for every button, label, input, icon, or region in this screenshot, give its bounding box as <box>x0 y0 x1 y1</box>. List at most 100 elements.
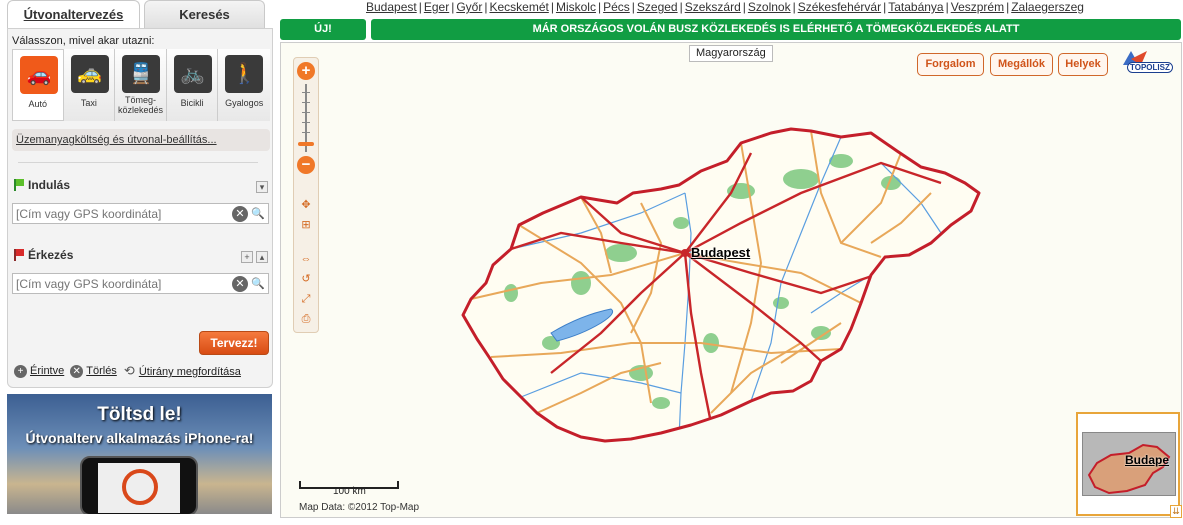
link-separator: | <box>550 0 554 14</box>
bicycle-icon: 🚲 <box>173 55 212 93</box>
car-icon: 🚗 <box>20 56 58 94</box>
red-flag-icon <box>14 249 24 261</box>
pan-icon[interactable]: ✥ <box>299 198 313 212</box>
link-separator: | <box>742 0 746 14</box>
tab-route-planning[interactable]: Útvonaltervezés <box>7 0 140 28</box>
search-icon[interactable]: 🔍 <box>250 276 266 292</box>
delete-circle-icon: ✕ <box>70 364 84 378</box>
link-separator: | <box>883 0 887 14</box>
mode-bicycle[interactable]: 🚲 Bicikli <box>166 49 219 121</box>
phone-screen <box>98 463 180 513</box>
zoom-slider-handle[interactable] <box>298 142 314 146</box>
train-icon: 🚆 <box>122 55 161 93</box>
topolisz-logo[interactable]: TOPOLISZ <box>1121 49 1177 75</box>
overview-toggle-icon[interactable]: ⇊ <box>1170 505 1182 518</box>
app-logo-icon <box>122 469 158 505</box>
mode-pedestrian[interactable]: 🚶 Gyalogos <box>218 49 270 121</box>
plus-circle-icon: + <box>14 364 27 378</box>
arrival-input[interactable] <box>13 274 223 293</box>
departure-input[interactable] <box>13 204 223 223</box>
city-link[interactable]: Szekszárd <box>685 0 741 14</box>
zoom-tick <box>302 132 310 133</box>
reverse-link[interactable]: Útirány megfordítása <box>139 366 241 378</box>
new-badge[interactable]: ÚJ! <box>280 19 366 40</box>
scale-label: 100 km <box>333 486 366 497</box>
ad-title: Töltsd le! <box>97 404 182 425</box>
mode-prompt: Válasszon, mivel akar utazni: <box>12 35 155 47</box>
reverse-action[interactable]: ⟲ Útirány megfordítása <box>123 364 241 378</box>
city-link[interactable]: Veszprém <box>951 0 1004 14</box>
city-link[interactable]: Budapest <box>366 0 417 14</box>
green-flag-icon <box>14 179 24 191</box>
hungary-area <box>463 129 979 441</box>
city-link[interactable]: Miskolc <box>556 0 596 14</box>
delete-action[interactable]: ✕ Törlés <box>70 364 117 378</box>
link-separator: | <box>451 0 455 14</box>
add-waypoint-icon[interactable]: + <box>241 251 253 263</box>
mode-label: Bicikli <box>180 98 204 108</box>
arrival-heading: Érkezés <box>14 248 73 262</box>
link-separator: | <box>597 0 602 14</box>
fullscreen-icon[interactable]: ⤢ <box>299 292 313 306</box>
arrival-label: Érkezés <box>28 248 74 262</box>
mode-car[interactable]: 🚗 Autó <box>12 49 64 121</box>
city-link[interactable]: Szolnok <box>748 0 791 14</box>
collapse-up-icon[interactable]: ▴ <box>256 251 268 263</box>
city-link[interactable]: Székesfehérvár <box>798 0 881 14</box>
zoom-in-icon[interactable]: + <box>297 62 315 80</box>
route-actions: + Érintve ✕ Törlés ⟲ Útirány megfordítása <box>14 364 241 378</box>
app-ad-banner[interactable]: Töltsd le! Útvonalterv alkalmazás iPhone… <box>7 394 272 514</box>
zoom-tick <box>302 122 310 123</box>
departure-field: ✕ 🔍 <box>12 203 269 224</box>
collapse-icon[interactable]: ▾ <box>256 181 268 193</box>
traffic-button[interactable]: Forgalom <box>917 53 984 76</box>
stops-button[interactable]: Megállók <box>990 53 1053 76</box>
city-label-budapest[interactable]: Budapest <box>691 245 750 260</box>
map-canvas[interactable] <box>281 43 1182 518</box>
measure-icon[interactable]: ⇔ <box>299 252 313 266</box>
touch-link[interactable]: Érintve <box>30 365 64 377</box>
places-button[interactable]: Helyek <box>1058 53 1108 76</box>
clear-icon[interactable]: ✕ <box>232 276 248 292</box>
center-icon[interactable]: ⊞ <box>299 218 313 232</box>
news-banner[interactable]: MÁR ORSZÁGOS VOLÁN BUSZ KÖZLEKEDÉS IS EL… <box>371 19 1181 40</box>
search-icon[interactable]: 🔍 <box>250 206 266 222</box>
rotate-icon[interactable]: ↺ <box>299 272 313 286</box>
city-links: Budapest | Eger | Győr | Kecskemét | Miskolc | Péc… <box>366 0 1084 14</box>
mode-label: Autó <box>28 99 48 109</box>
link-separator: | <box>679 0 683 14</box>
fuel-settings-link[interactable]: Üzemanyagköltség és útvonal-beállítás... <box>12 129 270 151</box>
transport-modes: 🚗 Autó 🚕 Taxi 🚆 Tömeg-közlekedés 🚲 Bicik… <box>12 49 270 121</box>
city-link[interactable]: Eger <box>424 0 449 14</box>
zoom-tick <box>302 92 310 93</box>
delete-link[interactable]: Törlés <box>86 365 117 377</box>
mode-label: Tömeg-közlekedés <box>117 95 164 115</box>
zoom-out-icon[interactable]: − <box>297 156 315 174</box>
ad-subtitle: Útvonalterv alkalmazás iPhone-ra! <box>25 430 254 446</box>
city-link[interactable]: Győr <box>456 0 482 14</box>
link-separator: | <box>1006 0 1010 14</box>
touch-action[interactable]: + Érintve <box>14 364 64 378</box>
route-panel: Válasszon, mivel akar utazni: 🚗 Autó 🚕 T… <box>7 28 273 388</box>
zoom-control: + − ✥ ⊞ ⇔ ↺ ⤢ ⎙ <box>293 57 319 333</box>
link-separator: | <box>631 0 635 14</box>
city-link[interactable]: Szeged <box>637 0 678 14</box>
tab-search[interactable]: Keresés <box>144 0 265 28</box>
city-link[interactable]: Tatabánya <box>888 0 943 14</box>
divider <box>18 162 258 163</box>
plan-route-button[interactable]: Tervezz! <box>199 331 269 355</box>
departure-heading: Indulás <box>14 178 70 192</box>
city-link[interactable]: Zalaegerszeg <box>1011 0 1084 14</box>
budapest-marker[interactable] <box>681 249 689 257</box>
mode-public-transport[interactable]: 🚆 Tömeg-közlekedés <box>115 49 167 121</box>
clear-icon[interactable]: ✕ <box>232 206 248 222</box>
map-view[interactable]: Magyarország Forgalom Megállók Helyek TO… <box>280 42 1182 518</box>
overview-label: Budape <box>1125 453 1170 467</box>
reverse-icon: ⟲ <box>123 363 135 378</box>
zoom-tick <box>302 102 310 103</box>
print-icon[interactable]: ⎙ <box>299 312 313 326</box>
mode-taxi[interactable]: 🚕 Taxi <box>63 49 116 121</box>
city-link[interactable]: Kecskemét <box>489 0 548 14</box>
overview-map[interactable]: Budape <box>1076 412 1180 516</box>
city-link[interactable]: Pécs <box>603 0 630 14</box>
